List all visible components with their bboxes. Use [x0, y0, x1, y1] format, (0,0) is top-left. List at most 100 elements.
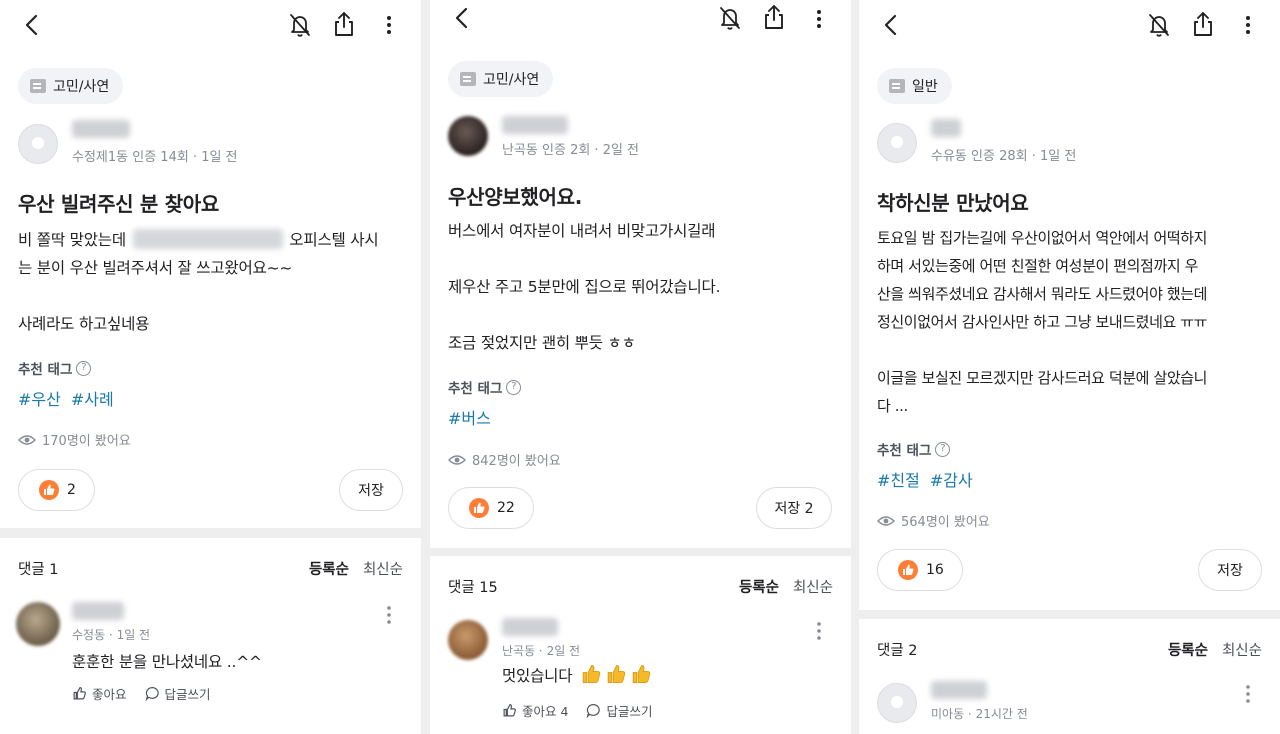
author-avatar[interactable] — [877, 123, 917, 163]
post-panel-1: 고민/사연 수정제1동 인증 14회 · 1일 전 우산 빌려주신 분 찾아요 … — [0, 0, 421, 734]
post-title: 우산 빌려주신 분 찾아요 — [18, 192, 219, 216]
back-arrow-icon[interactable] — [22, 13, 42, 37]
commenter-avatar[interactable] — [448, 620, 488, 660]
tag-link[interactable]: #사례 — [71, 386, 114, 410]
sort-by-latest[interactable]: 최신순 — [363, 558, 403, 579]
more-options-icon[interactable] — [815, 7, 823, 31]
sort-by-registered[interactable]: 등록순 — [739, 576, 779, 597]
more-options-icon[interactable] — [385, 13, 393, 37]
thumbs-up-emoji-icon — [582, 664, 601, 683]
commenter-name-redacted — [502, 618, 558, 636]
author-name-redacted — [931, 119, 961, 137]
share-icon[interactable] — [1191, 10, 1215, 38]
post-title: 우산양보했어요. — [448, 185, 582, 209]
save-button[interactable]: 저장 — [1198, 549, 1262, 591]
comment-more-icon[interactable] — [815, 620, 823, 642]
sort-by-registered[interactable]: 등록순 — [1168, 639, 1208, 660]
commenter-name-redacted — [72, 602, 124, 620]
post-body-part: 오피스텔 사시 — [289, 231, 379, 249]
comment-more-icon[interactable] — [385, 604, 393, 626]
commenter-avatar[interactable] — [877, 683, 917, 723]
comments-section: 댓글 2 등록순 최신순 미아동 · 21시간 전 — [859, 619, 1280, 734]
like-count: 16 — [926, 562, 944, 578]
tag-label-text: 추천 태그 — [877, 443, 932, 459]
comment-like-button[interactable]: 좋아요 — [72, 684, 127, 703]
comments-count: 댓글 1 — [18, 562, 59, 578]
back-arrow-icon[interactable] — [452, 6, 472, 30]
save-button[interactable]: 저장 2 — [756, 487, 832, 529]
tag-link[interactable]: #우산 — [18, 386, 61, 410]
speech-bubble-icon — [587, 704, 601, 718]
comment-text: 멋있습니다 — [502, 664, 652, 686]
comment-text-body: 멋있습니다 — [502, 667, 573, 685]
help-icon[interactable]: ? — [935, 441, 951, 457]
comments-count: 댓글 15 — [448, 580, 498, 596]
category-label: 고민/사연 — [53, 79, 110, 95]
commenter-avatar[interactable] — [16, 602, 60, 646]
post-panel-2: 고민/사연 난곡동 인증 2회 · 2일 전 우산양보했어요. 버스에서 여자분… — [430, 0, 851, 734]
like-count: 2 — [67, 482, 76, 498]
like-button[interactable]: 16 — [877, 549, 963, 591]
top-bar — [430, 0, 851, 50]
view-count-text: 564명이 봤어요 — [901, 515, 990, 530]
comment-like-label: 좋아요 4 — [522, 704, 569, 719]
post-panel-3: 일반 수유동 인증 28회 · 1일 전 착하신분 만났어요 토요일 밤 집가는… — [859, 0, 1280, 734]
comment-meta: 난곡동 · 2일 전 — [502, 644, 581, 658]
comments-section: 댓글 15 등록순 최신순 난곡동 · 2일 전 멋있습니다 좋아요 4 답글쓰기 — [430, 556, 851, 734]
comment-text: 훈훈한 분을 만나셨네요 ..^^ — [72, 653, 262, 671]
author-meta: 난곡동 인증 2회 · 2일 전 — [502, 143, 640, 158]
comment-meta: 수정동 · 1일 전 — [72, 628, 151, 642]
comments-header: 댓글 15 등록순 최신순 — [448, 576, 833, 597]
notification-off-icon[interactable] — [1147, 12, 1171, 38]
sort-options: 등록순 최신순 — [309, 558, 403, 579]
view-count: 564명이 봤어요 — [877, 511, 990, 530]
tag-list: #친절 #감사 — [877, 467, 973, 491]
category-chip[interactable]: 일반 — [877, 68, 952, 104]
board-icon — [30, 79, 46, 93]
sort-by-registered[interactable]: 등록순 — [309, 558, 349, 579]
tag-link[interactable]: #친절 — [877, 467, 920, 491]
speech-bubble-icon — [145, 687, 159, 701]
post-body-part: 는 분이 우산 빌려주셔서 잘 쓰고왔어요~~ 사례라도 하고싶네용 — [18, 259, 293, 333]
category-chip[interactable]: 고민/사연 — [18, 68, 124, 104]
eye-icon — [18, 434, 36, 445]
author-avatar[interactable] — [18, 124, 58, 164]
comments-header: 댓글 2 등록순 최신순 — [877, 639, 1262, 660]
comment-reply-button[interactable]: 답글쓰기 — [586, 701, 652, 720]
like-button[interactable]: 2 — [18, 469, 95, 511]
like-button[interactable]: 22 — [448, 487, 534, 529]
thumbs-up-icon — [469, 498, 489, 518]
notification-off-icon[interactable] — [288, 12, 312, 38]
tag-link[interactable]: #감사 — [930, 467, 973, 491]
notification-off-icon[interactable] — [718, 5, 742, 31]
help-icon[interactable]: ? — [76, 360, 92, 376]
board-icon — [889, 79, 905, 93]
tag-label-text: 추천 태그 — [18, 362, 73, 378]
help-icon[interactable]: ? — [506, 379, 522, 395]
recommended-tags-label: 추천 태그? — [448, 377, 522, 397]
tag-link[interactable]: #버스 — [448, 405, 491, 429]
thumbs-up-emoji-icon — [632, 664, 651, 683]
board-icon — [460, 72, 476, 86]
comments-section: 댓글 1 등록순 최신순 수정동 · 1일 전 훈훈한 분을 만나셨네요 ..^^… — [0, 538, 421, 734]
comment-like-button[interactable]: 좋아요 4 — [502, 701, 568, 720]
share-icon[interactable] — [332, 10, 356, 38]
sort-by-latest[interactable]: 최신순 — [1222, 639, 1262, 660]
more-options-icon[interactable] — [1244, 13, 1252, 37]
author-name-redacted — [502, 116, 568, 134]
author-avatar[interactable] — [448, 116, 488, 156]
top-bar — [0, 0, 421, 50]
comments-count: 댓글 2 — [877, 643, 918, 659]
tag-list: #버스 — [448, 405, 491, 429]
back-arrow-icon[interactable] — [881, 13, 901, 37]
comment-reply-button[interactable]: 답글쓰기 — [145, 684, 211, 703]
save-button[interactable]: 저장 — [339, 469, 403, 511]
comment-actions: 좋아요 답글쓰기 — [72, 684, 211, 703]
category-chip[interactable]: 고민/사연 — [448, 61, 554, 97]
thumbs-up-outline-icon — [73, 687, 86, 700]
post-title: 착하신분 만났어요 — [877, 191, 1029, 215]
share-icon[interactable] — [762, 3, 786, 31]
sort-by-latest[interactable]: 최신순 — [793, 576, 833, 597]
eye-icon — [877, 515, 895, 526]
comment-more-icon[interactable] — [1244, 683, 1252, 705]
